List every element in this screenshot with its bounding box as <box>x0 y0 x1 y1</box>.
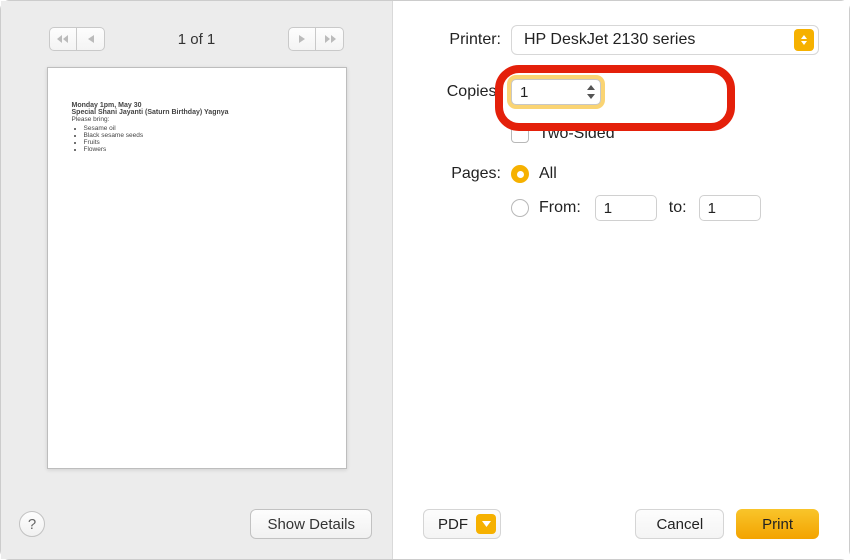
document-sheet: Monday 1pm, May 30 Special Shani Jayanti… <box>47 67 347 469</box>
right-footer: PDF Cancel Print <box>393 495 849 559</box>
nav-next-group <box>288 27 344 51</box>
pages-all-label: All <box>539 165 557 183</box>
nav-prev-group <box>49 27 105 51</box>
copies-input[interactable]: 1 <box>511 79 601 105</box>
pdf-button[interactable]: PDF <box>423 509 501 539</box>
two-sided-row: Two-Sided <box>511 125 819 143</box>
copies-value: 1 <box>520 84 528 101</box>
doc-list-item: Fruits <box>84 139 322 146</box>
left-footer: ? Show Details <box>1 495 392 559</box>
first-page-button[interactable] <box>49 27 77 51</box>
help-button[interactable]: ? <box>19 511 45 537</box>
prev-page-button[interactable] <box>77 27 105 51</box>
print-label: Print <box>762 516 793 533</box>
preview-header: 1 of 1 <box>1 1 392 63</box>
cancel-label: Cancel <box>656 516 703 533</box>
cancel-button[interactable]: Cancel <box>635 509 724 539</box>
next-page-button[interactable] <box>288 27 316 51</box>
stepper-up-icon <box>584 83 598 92</box>
pages-row: Pages: All <box>423 165 819 183</box>
stepper-down-icon <box>584 92 598 101</box>
copies-label: Copies: <box>423 83 501 101</box>
form: Printer: HP DeskJet 2130 series Copies: … <box>393 1 849 495</box>
two-sided-label: Two-Sided <box>539 125 615 143</box>
doc-list: Sesame oil Black sesame seeds Fruits Flo… <box>84 125 322 153</box>
doc-line-3: Please bring: <box>72 116 110 123</box>
show-details-button[interactable]: Show Details <box>250 509 372 539</box>
pages-to-value: 1 <box>708 200 716 217</box>
copies-highlight: 1 <box>511 79 601 105</box>
page-indicator: 1 of 1 <box>178 31 216 48</box>
pages-from-value: 1 <box>604 200 612 217</box>
doc-line-2: Special Shani Jayanti (Saturn Birthday) … <box>72 109 322 116</box>
printer-label: Printer: <box>423 31 501 49</box>
pages-label: Pages: <box>423 165 501 183</box>
print-button[interactable]: Print <box>736 509 819 539</box>
printer-select[interactable]: HP DeskJet 2130 series <box>511 25 819 55</box>
doc-list-item: Black sesame seeds <box>84 132 322 139</box>
printer-value: HP DeskJet 2130 series <box>524 31 695 49</box>
page-preview: Monday 1pm, May 30 Special Shani Jayanti… <box>1 63 392 495</box>
pages-to-input[interactable]: 1 <box>699 195 761 221</box>
chevron-down-icon <box>476 514 496 534</box>
doc-list-item: Flowers <box>84 146 322 153</box>
options-pane: Printer: HP DeskJet 2130 series Copies: … <box>393 1 849 559</box>
print-dialog: 1 of 1 Monday 1pm, May 30 Special Shani … <box>1 1 849 559</box>
pages-from-label: From: <box>539 199 581 217</box>
copies-row: Copies: 1 <box>423 79 819 105</box>
printer-row: Printer: HP DeskJet 2130 series <box>423 25 819 55</box>
show-details-label: Show Details <box>267 516 355 533</box>
doc-list-item: Sesame oil <box>84 125 322 132</box>
doc-line-1: Monday 1pm, May 30 <box>72 102 322 109</box>
pages-all-radio[interactable] <box>511 165 529 183</box>
pages-to-label: to: <box>669 199 687 217</box>
select-arrows-icon <box>794 29 814 51</box>
help-icon: ? <box>28 516 36 533</box>
last-page-button[interactable] <box>316 27 344 51</box>
pages-from-row: From: 1 to: 1 <box>511 195 819 221</box>
copies-stepper[interactable] <box>584 83 598 101</box>
pages-from-radio[interactable] <box>511 199 529 217</box>
pages-from-input[interactable]: 1 <box>595 195 657 221</box>
pdf-label: PDF <box>438 516 468 533</box>
two-sided-checkbox[interactable] <box>511 125 529 143</box>
preview-pane: 1 of 1 Monday 1pm, May 30 Special Shani … <box>1 1 393 559</box>
